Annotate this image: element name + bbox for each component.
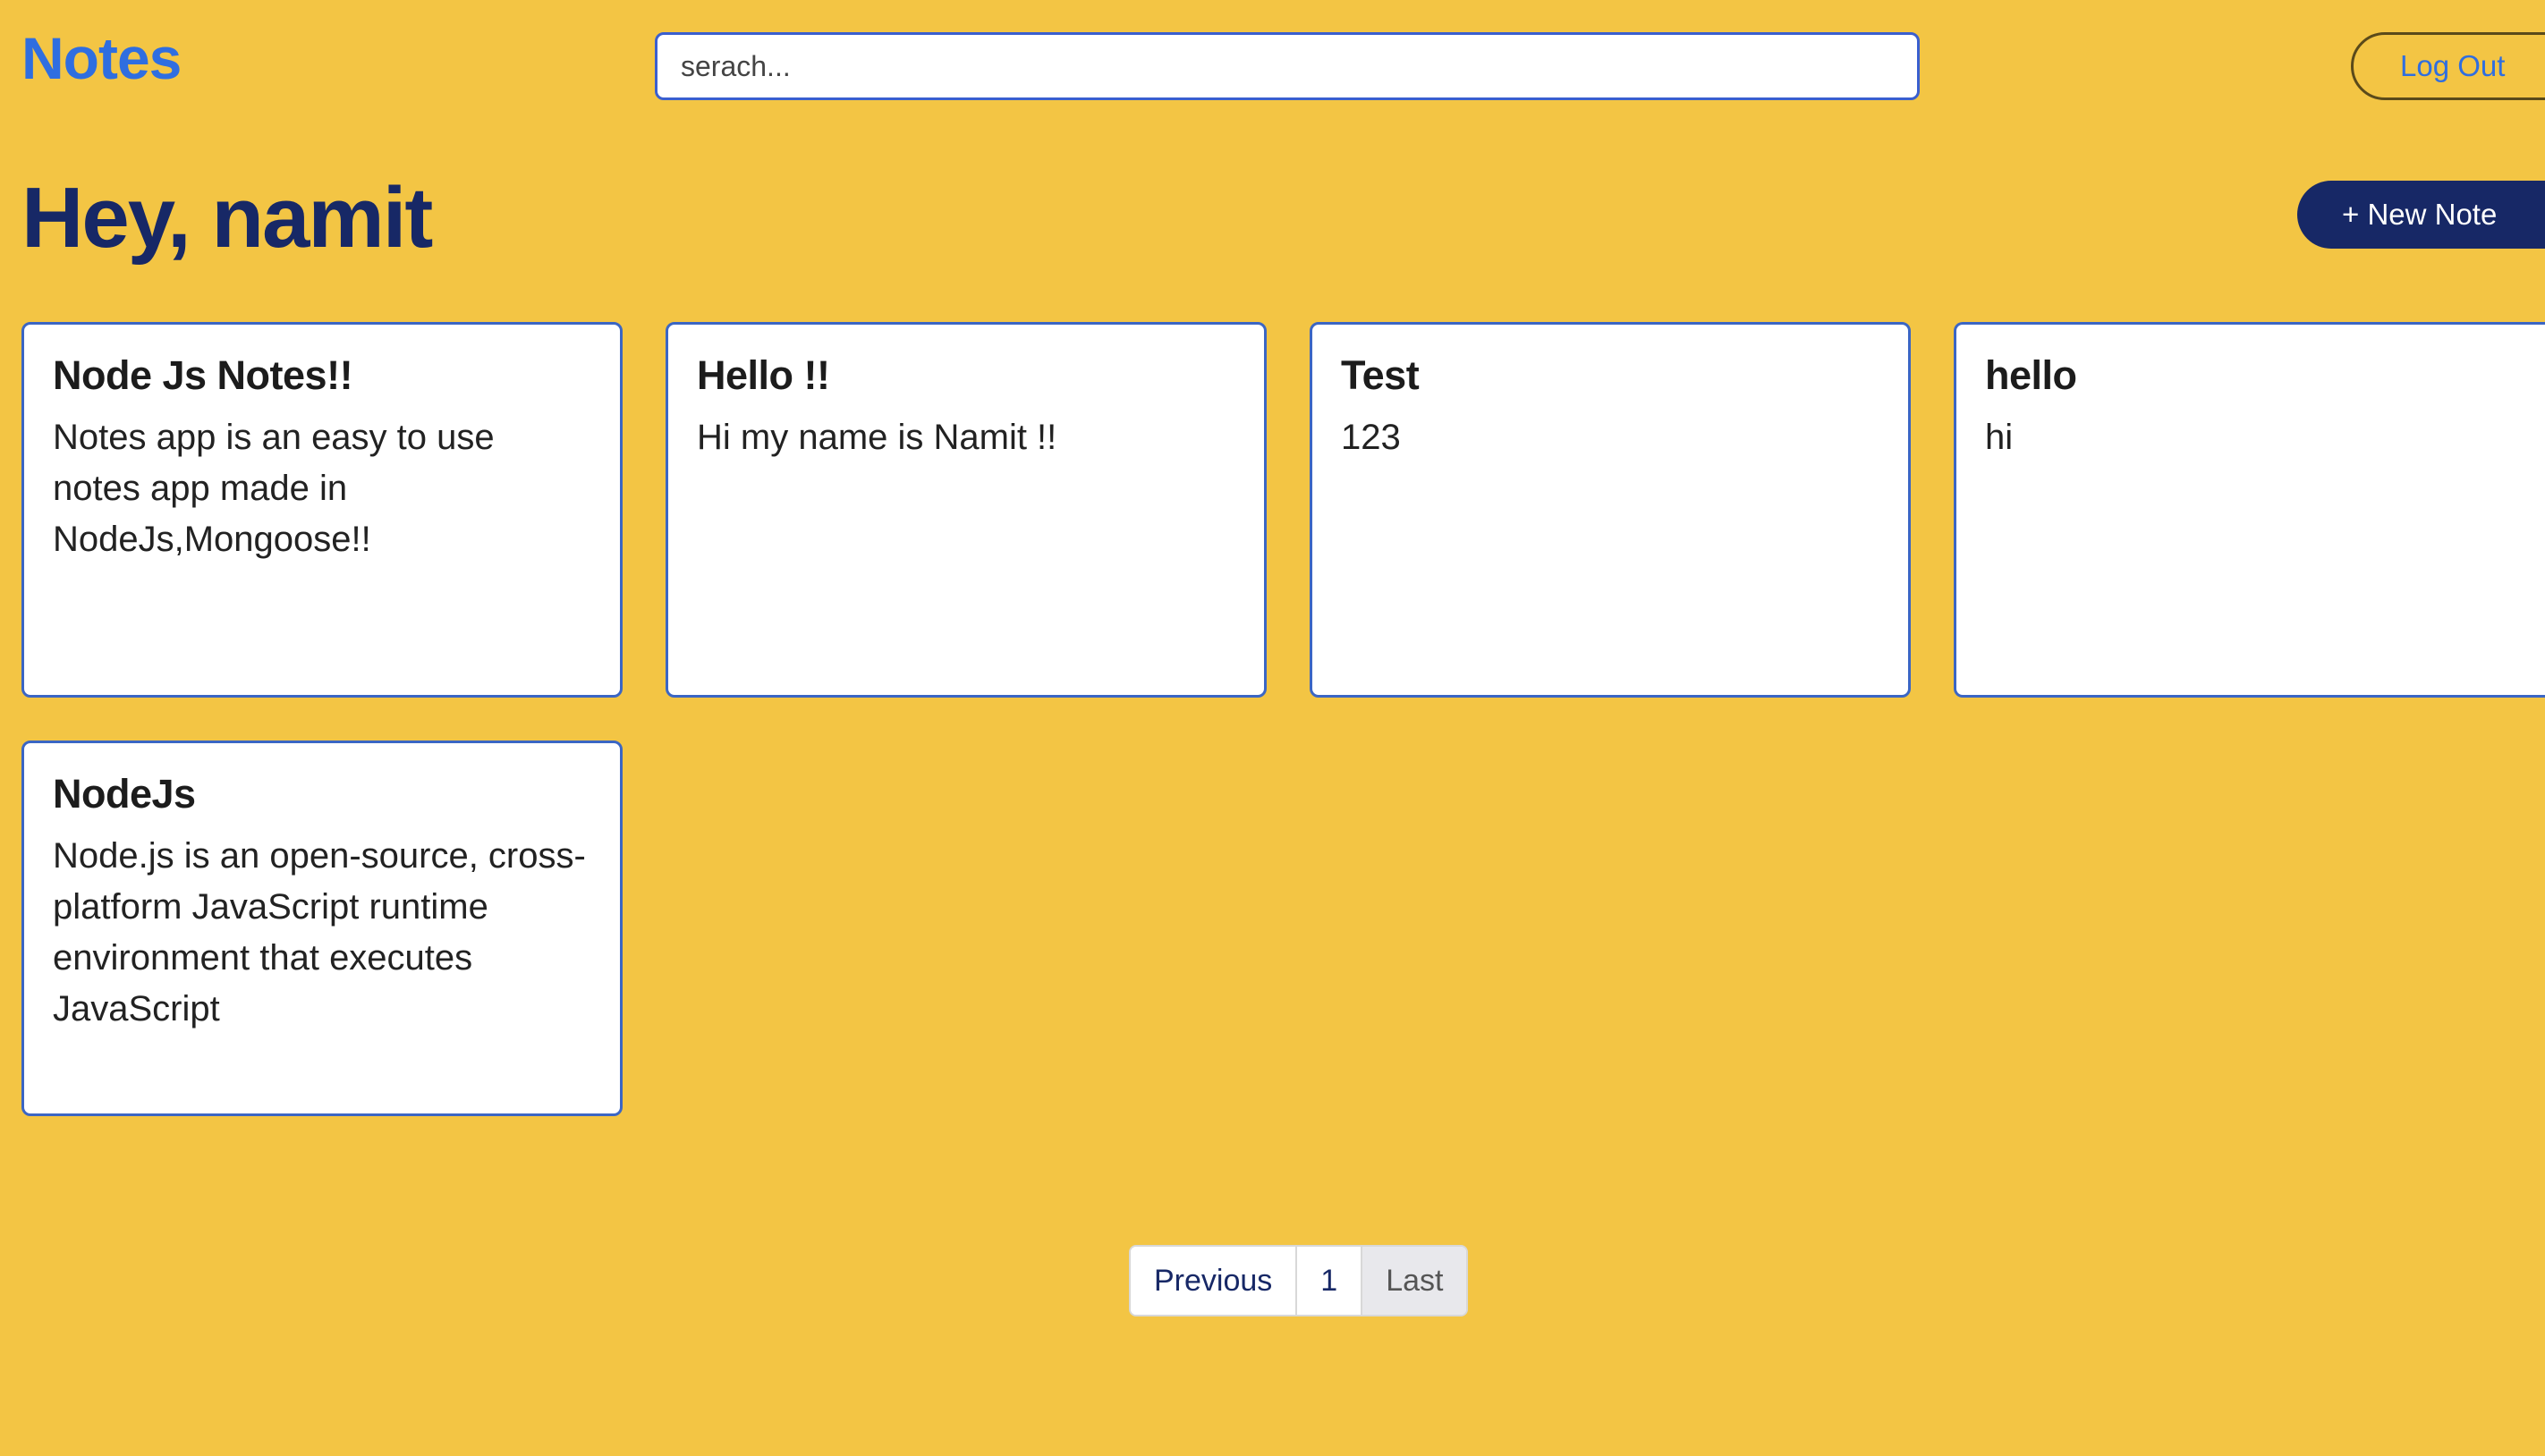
pagination-last-button[interactable]: Last [1362, 1247, 1467, 1315]
search-input[interactable] [655, 32, 1920, 100]
app-logo[interactable]: Notes [21, 29, 182, 88]
note-card[interactable]: Hello !! Hi my name is Namit !! [666, 322, 1267, 698]
note-body: Notes app is an easy to use notes app ma… [53, 418, 495, 559]
note-card[interactable]: NodeJs Node.js is an open-source, cross-… [21, 741, 623, 1116]
pagination: Previous 1 Last [1129, 1245, 1469, 1316]
note-title: Node Js Notes!! [53, 352, 353, 398]
note-title: hello [1985, 352, 2077, 398]
logout-button[interactable]: Log Out [2351, 32, 2545, 100]
note-body: Node.js is an open-source, cross-platfor… [53, 836, 586, 1029]
note-title: NodeJs [53, 771, 196, 817]
note-card[interactable]: Test 123 [1310, 322, 1911, 698]
note-card[interactable]: hello hi [1954, 322, 2545, 698]
note-card[interactable]: Node Js Notes!! Notes app is an easy to … [21, 322, 623, 698]
note-title: Test [1341, 352, 1420, 398]
pagination-previous-button[interactable]: Previous [1131, 1247, 1298, 1315]
note-body: Hi my name is Namit !! [697, 418, 1057, 457]
page-title: Hey, namit [21, 170, 433, 266]
new-note-button[interactable]: + New Note [2297, 181, 2545, 249]
pagination-page-1[interactable]: 1 [1297, 1247, 1363, 1315]
note-body: 123 [1341, 418, 1401, 457]
note-title: Hello !! [697, 352, 830, 398]
note-body: hi [1985, 418, 2014, 457]
